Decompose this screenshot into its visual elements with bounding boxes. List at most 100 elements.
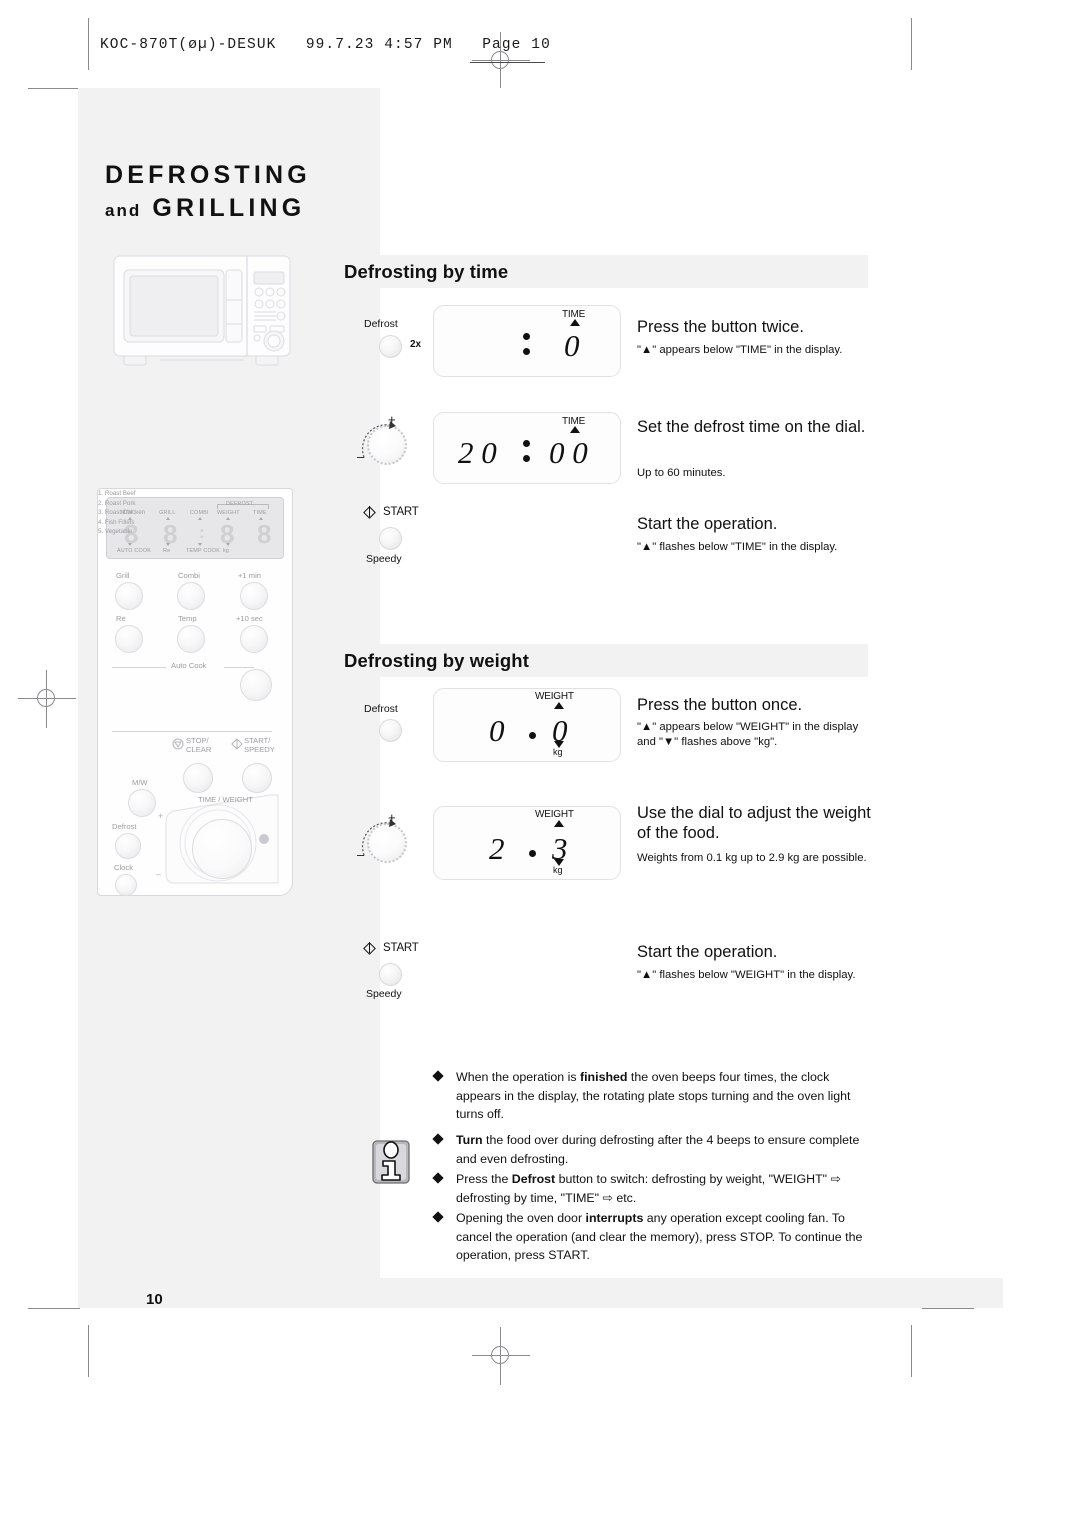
step2-display-digits-right: 0 0 [549,435,588,470]
print-slug: KOC-870T(øµ)-DESUK 99.7.23 4:57 PM Page … [100,37,551,53]
note-text-1: When the operation is finished the oven … [456,1070,851,1122]
step3-title: Start the operation. [637,515,778,533]
lcd-label-combi: COMBI [190,510,209,516]
note-text-2: Turn the food over during defrosting aft… [456,1133,860,1166]
crop-mark-bottom-right-v [911,1325,912,1377]
step1-display-time-marker [570,319,580,326]
step3-start-label: START [383,506,419,518]
step4-display-label-weight: WEIGHT [535,691,574,702]
step6-start-diamond-bar [369,942,371,953]
step5-sub: Weights from 0.1 kg up to 2.9 kg are pos… [637,852,867,864]
autocook-rule-right [224,667,254,668]
panel-button-re[interactable] [115,625,143,653]
step2-colon-dot-bottom [523,455,530,462]
lcd-marker-kg [226,543,230,546]
manual-page: KOC-870T(øµ)-DESUK 99.7.23 4:57 PM Page … [0,0,1080,1528]
panel-label-start: START/ SPEEDY [244,736,275,754]
panel-label-time-weight: TIME / WEIGHT [198,795,253,804]
lcd-label-tempcook: TEMP COOK [186,548,221,554]
page-number: 10 [146,1291,163,1308]
page-title-and: and [105,201,142,220]
lcd-label-weight: WEIGHT [217,510,240,516]
autocook-item-3: 3. Roast Chicken [98,509,146,517]
lcd-label-re: Re [163,548,171,554]
panel-button-defrost[interactable] [115,833,141,859]
autocook-item-4: 4. Fish Fillets [98,518,135,526]
step4-defrost-button[interactable] [379,719,402,742]
lcd-label-time: TIME [253,510,267,516]
lcd-marker-combi [198,517,202,520]
step6-start-button[interactable] [379,963,402,986]
step2-colon-dot-top [523,440,530,447]
crop-mark-bottom-left-v [88,1325,89,1377]
step5-title: Use the dial to adjust the weight of the… [637,804,871,843]
panel-button-clock[interactable] [115,874,137,896]
panel-button-plus10sec[interactable] [240,625,268,653]
step5-display-label-weight: WEIGHT [535,809,574,820]
crop-mark-bottom-left-h [28,1308,80,1309]
panel-label-stop-2: CLEAR [186,744,212,754]
step5-dial-arrow-icon [361,819,396,856]
step4-sub: "▲" appears below "WEIGHT" in the displa… [637,721,859,749]
step2-display: 2 0 0 0 TIME [433,412,621,484]
panel-label-clock: Clock [114,863,133,872]
autocook-rule-left [112,667,166,668]
autocook-list: 1. Roast Beef 2. Roast Pork 3. Roast Chi… [98,489,145,537]
microwave-oven-illustration [104,252,300,374]
lcd-label-defrost: DEFROST [226,501,254,507]
panel-button-grill[interactable] [115,582,143,610]
step4-title: Press the button once. [637,696,803,714]
panel-button-mw[interactable] [128,789,156,817]
lcd-marker-autocook [128,543,132,546]
panel-dial-minus: – [156,869,162,879]
step2-dial-arrow-icon [361,421,396,458]
section-title-defrost-by-weight: Defrosting by weight [344,650,529,671]
panel-button-temp[interactable] [177,625,205,653]
note-text-4: Opening the oven door interrupts any ope… [456,1211,863,1263]
panel-label-defrost: Defrost [112,822,137,831]
control-panel-illustration: M/W GRILL COMBI WEIGHT TIME DEFROST 8 8 … [97,488,293,896]
step3-start-diamond-bar [369,506,371,517]
step2-dial-minus: – [357,449,365,464]
step4-decimal-dot [529,732,536,739]
crop-mark-top-right-v [911,18,912,70]
start-diamond-icon [231,738,243,750]
step3-sub: "▲" flashes below "TIME" in the display. [637,541,838,553]
step5-dial-minus: – [357,847,365,862]
lcd-colon: : [199,523,205,542]
registration-mark-bottom [472,1327,530,1385]
step5-display-weight-marker [554,820,564,827]
page-title-grilling: GRILLING [152,194,306,222]
step4-display: 0 0 WEIGHT kg [433,688,621,762]
step1-display: 0 TIME [433,305,621,377]
lcd-marker-tempcook [198,543,202,546]
crop-mark-top-left-h [28,88,80,89]
panel-dial-knob[interactable] [192,819,252,879]
step6-title: Start the operation. [637,943,778,961]
step1-colon-dot-bottom [523,348,530,355]
step2-display-time-marker [570,426,580,433]
crop-mark-bottom-right-h [922,1308,974,1309]
autocook-item-2: 2. Roast Pork [98,499,136,507]
step4-display-unit-kg: kg [553,747,563,757]
panel-label-temp: Temp [178,614,197,623]
autocook-rule-bottom [112,731,272,732]
step3-start-button[interactable] [379,527,402,550]
step5-dial-plus: + [388,810,396,825]
step5-display-unit-kg: kg [553,865,563,875]
panel-button-combi[interactable] [177,582,205,610]
panel-label-combi: Combi [178,571,200,580]
step1-defrost-button[interactable] [379,335,402,358]
panel-label-grill: Grill [116,571,130,580]
crop-mark-top-left-v [88,18,89,70]
step6-sub: "▲" flashes below "WEIGHT" in the displa… [637,969,856,981]
registration-mark-left [18,670,76,728]
panel-button-plus1min[interactable] [240,582,268,610]
section-header-defrost-by-weight: Defrosting by weight [321,644,868,677]
lcd-label-grill: GRILL [159,510,176,516]
panel-label-stop: STOP/ CLEAR [186,736,212,754]
panel-button-autocook[interactable] [240,669,272,701]
info-icon [369,1131,415,1187]
lcd-label-autocook: AUTO COOK [117,548,152,554]
page-title-line1: DEFROSTING [105,161,311,189]
